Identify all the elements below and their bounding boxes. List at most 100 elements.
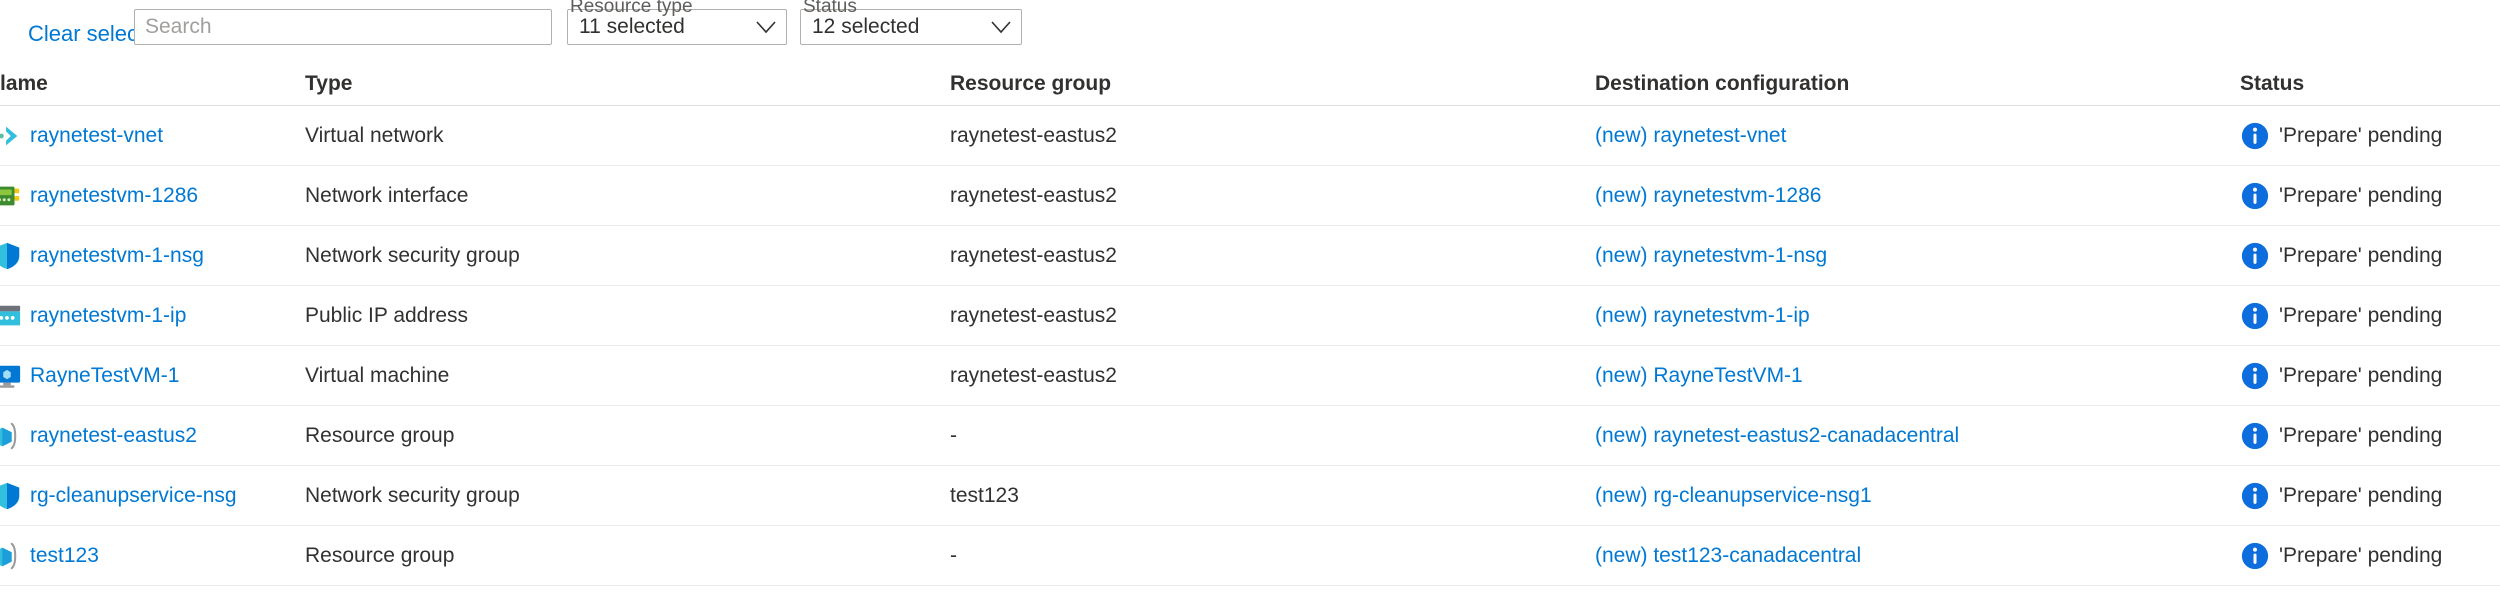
table-row[interactable]: RayneTestVM-1Virtual machineraynetest-ea… xyxy=(0,346,2500,406)
chevron-down-icon xyxy=(756,21,776,34)
status-badge: 'Prepare' pending xyxy=(2279,544,2442,568)
table-body: raynetest-vnet Virtual network raynetest-e… xyxy=(0,106,2500,586)
cell-type: Public IP address xyxy=(305,304,950,328)
resource-table: lame Type Resource group Destination con… xyxy=(0,62,2500,586)
filter-toolbar: ll Clear selection Resource type 11 sele… xyxy=(0,0,2500,62)
cell-status: 'Prepare' pending xyxy=(2240,121,2500,151)
info-icon xyxy=(2240,241,2270,271)
cell-destination-configuration: (new) raynetestvm-1286 xyxy=(1595,184,2240,208)
cell-status: 'Prepare' pending xyxy=(2240,181,2500,211)
status-filter-dropdown[interactable]: Status 12 selected xyxy=(800,9,1022,45)
resource-name-link[interactable]: raynetestvm-1-nsg xyxy=(30,244,204,268)
cell-status: 'Prepare' pending xyxy=(2240,541,2500,571)
resource-move-list-page: ll Clear selection Resource type 11 sele… xyxy=(0,0,2500,611)
status-badge: 'Prepare' pending xyxy=(2279,304,2442,328)
destination-configuration-link[interactable]: (new) test123-canadacentral xyxy=(1595,544,1861,567)
destination-configuration-link[interactable]: (new) rg-cleanupservice-nsg1 xyxy=(1595,484,1872,507)
destination-configuration-link[interactable]: (new) raynetestvm-1-ip xyxy=(1595,304,1810,327)
search-input[interactable] xyxy=(134,9,552,45)
cell-status: 'Prepare' pending xyxy=(2240,481,2500,511)
status-filter-value: 12 selected xyxy=(812,15,919,39)
destination-configuration-link[interactable]: (new) raynetest-eastus2-canadacentral xyxy=(1595,424,1959,447)
cell-status: 'Prepare' pending xyxy=(2240,301,2500,331)
resource-type-filter-label: Resource type xyxy=(570,0,693,18)
cell-destination-configuration: (new) raynetest-vnet xyxy=(1595,124,2240,148)
cell-destination-configuration: (new) test123-canadacentral xyxy=(1595,544,2240,568)
public-ip-address-icon xyxy=(0,301,22,331)
cell-type: Virtual network xyxy=(305,124,950,148)
cell-destination-configuration: (new) raynetest-eastus2-canadacentral xyxy=(1595,424,2240,448)
cell-resource-group: raynetest-eastus2 xyxy=(950,184,1595,208)
cell-status: 'Prepare' pending xyxy=(2240,361,2500,391)
cell-destination-configuration: (new) rg-cleanupservice-nsg1 xyxy=(1595,484,2240,508)
info-icon xyxy=(2240,481,2270,511)
cell-type: Virtual machine xyxy=(305,364,950,388)
cell-destination-configuration: (new) raynetestvm-1-nsg xyxy=(1595,244,2240,268)
destination-configuration-link[interactable]: (new) raynetestvm-1286 xyxy=(1595,184,1821,207)
table-row[interactable]: raynetestvm-1-nsgNetwork security groupr… xyxy=(0,226,2500,286)
network-security-group-icon xyxy=(0,241,22,271)
cell-status: 'Prepare' pending xyxy=(2240,421,2500,451)
resource-type-filter-dropdown[interactable]: Resource type 11 selected xyxy=(567,9,787,45)
destination-configuration-link[interactable]: (new) RayneTestVM-1 xyxy=(1595,364,1803,387)
table-row[interactable]: rg-cleanupservice-nsg Network security gr… xyxy=(0,466,2500,526)
cell-name: raynetest-vnet xyxy=(0,121,305,151)
cell-destination-configuration: (new) RayneTestVM-1 xyxy=(1595,364,2240,388)
cell-type: Network security group xyxy=(305,484,950,508)
cell-resource-group: test123 xyxy=(950,484,1595,508)
network-security-group-icon xyxy=(0,481,22,511)
cell-resource-group: raynetest-eastus2 xyxy=(950,244,1595,268)
status-badge: 'Prepare' pending xyxy=(2279,424,2442,448)
table-row[interactable]: raynetest-vnetVirtual networkraynetest-e… xyxy=(0,106,2500,166)
search-box xyxy=(134,9,552,45)
cell-name: RayneTestVM-1 xyxy=(0,361,305,391)
status-badge: 'Prepare' pending xyxy=(2279,484,2442,508)
resource-name-link[interactable]: rg-cleanupservice-nsg xyxy=(30,484,237,508)
cell-name: test123 xyxy=(0,541,305,571)
info-icon xyxy=(2240,421,2270,451)
column-header-type[interactable]: Type xyxy=(305,72,950,96)
table-row[interactable]: raynetest-eastus2 Resource group-(new) ra… xyxy=(0,406,2500,466)
column-header-resource-group[interactable]: Resource group xyxy=(950,72,1595,96)
status-badge: 'Prepare' pending xyxy=(2279,244,2442,268)
resource-name-link[interactable]: raynetestvm-1286 xyxy=(30,184,198,208)
virtual-machine-icon xyxy=(0,361,22,391)
status-badge: 'Prepare' pending xyxy=(2279,364,2442,388)
table-row[interactable]: raynetestvm-1286 Network interfaceraynete… xyxy=(0,166,2500,226)
table-header-row: lame Type Resource group Destination con… xyxy=(0,62,2500,106)
destination-configuration-link[interactable]: (new) raynetestvm-1-nsg xyxy=(1595,244,1827,267)
table-row[interactable]: test123 Resource group-(new) test123-cana… xyxy=(0,526,2500,586)
cell-destination-configuration: (new) raynetestvm-1-ip xyxy=(1595,304,2240,328)
resource-type-filter-value: 11 selected xyxy=(579,15,685,39)
resource-name-link[interactable]: raynetest-vnet xyxy=(30,124,163,148)
cell-resource-group: - xyxy=(950,424,1595,448)
resource-name-link[interactable]: raynetest-eastus2 xyxy=(30,424,197,448)
table-row[interactable]: raynetestvm-1-ip Public IP addressraynete… xyxy=(0,286,2500,346)
status-badge: 'Prepare' pending xyxy=(2279,184,2442,208)
resource-group-icon xyxy=(0,541,22,571)
info-icon xyxy=(2240,541,2270,571)
resource-name-link[interactable]: raynetestvm-1-ip xyxy=(30,304,186,328)
cell-type: Resource group xyxy=(305,544,950,568)
cell-resource-group: - xyxy=(950,544,1595,568)
resource-group-icon xyxy=(0,421,22,451)
column-header-status[interactable]: Status xyxy=(2240,72,2500,96)
cell-name: rg-cleanupservice-nsg xyxy=(0,481,305,511)
status-badge: 'Prepare' pending xyxy=(2279,124,2442,148)
column-header-destination-configuration[interactable]: Destination configuration xyxy=(1595,72,2240,96)
cell-name: raynetestvm-1-nsg xyxy=(0,241,305,271)
resource-name-link[interactable]: test123 xyxy=(30,544,99,568)
info-icon xyxy=(2240,121,2270,151)
virtual-network-icon xyxy=(0,121,22,151)
chevron-down-icon xyxy=(991,21,1011,34)
info-icon xyxy=(2240,181,2270,211)
cell-type: Network interface xyxy=(305,184,950,208)
cell-status: 'Prepare' pending xyxy=(2240,241,2500,271)
resource-name-link[interactable]: RayneTestVM-1 xyxy=(30,364,179,388)
network-interface-icon xyxy=(0,181,22,211)
column-header-name[interactable]: lame xyxy=(0,72,305,96)
cell-type: Resource group xyxy=(305,424,950,448)
destination-configuration-link[interactable]: (new) raynetest-vnet xyxy=(1595,124,1786,147)
cell-name: raynetestvm-1-ip xyxy=(0,301,305,331)
cell-resource-group: raynetest-eastus2 xyxy=(950,304,1595,328)
